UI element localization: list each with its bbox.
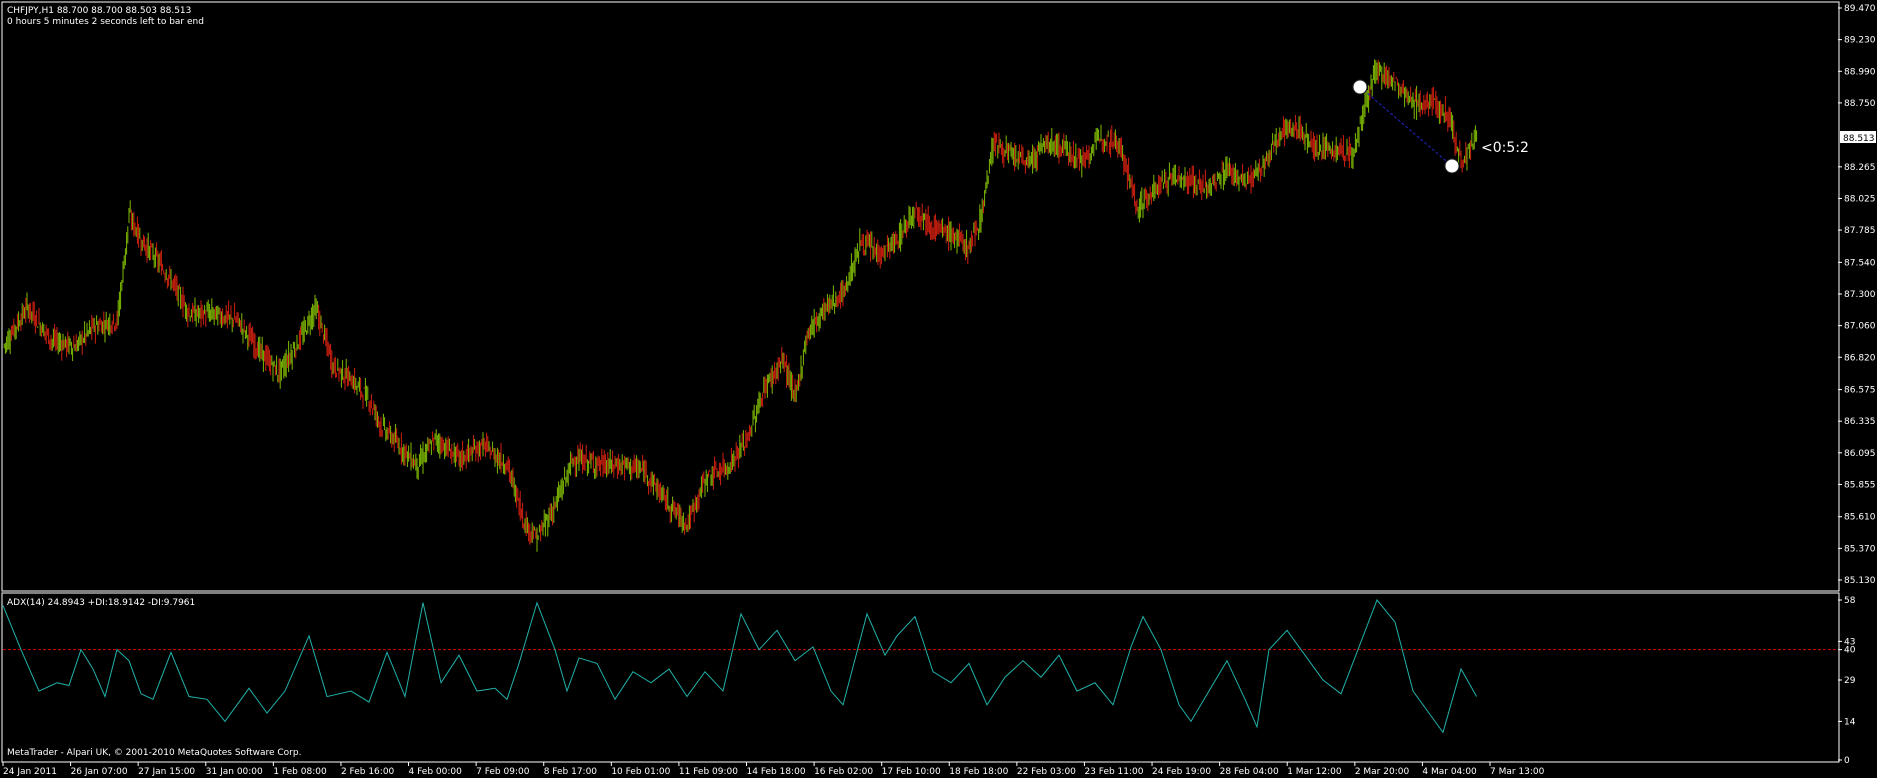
indicator-tick-label: 14 (1844, 717, 1856, 727)
price-tick-label: 88.265 (1844, 163, 1876, 173)
chart-window[interactable]: <0:5:2 CHFJPY,H1 88.700 88.700 88.503 88… (0, 0, 1877, 778)
time-tick-label: 2 Mar 20:00 (1355, 767, 1410, 777)
time-tick-label: 27 Jan 15:00 (138, 767, 195, 777)
time-tick-label: 17 Feb 10:00 (882, 767, 941, 777)
time-tick-label: 22 Feb 03:00 (1017, 767, 1076, 777)
time-tick-label: 11 Feb 09:00 (679, 767, 738, 777)
pattern-point-b-icon[interactable] (1444, 158, 1460, 174)
price-tick-label: 86.575 (1844, 386, 1876, 396)
current-price-label: 88.513 (1843, 134, 1875, 144)
price-tick-label: 86.820 (1844, 353, 1876, 363)
time-tick-label: 16 Feb 02:00 (814, 767, 873, 777)
time-tick-label: 4 Mar 04:00 (1422, 767, 1477, 777)
symbol-info: CHFJPY,H1 88.700 88.700 88.503 88.513 (7, 6, 191, 16)
time-tick-label: 18 Feb 18:00 (949, 767, 1008, 777)
time-tick-label: 1 Mar 12:00 (1287, 767, 1342, 777)
price-tick-label: 85.370 (1844, 544, 1876, 554)
time-tick-label: 7 Feb 09:00 (476, 767, 530, 777)
bar-timer: 0 hours 5 minutes 2 seconds left to bar … (7, 17, 204, 27)
price-tick-label: 89.470 (1844, 4, 1876, 14)
time-tick-label: 1 Feb 08:00 (273, 767, 327, 777)
time-tick-label: 14 Feb 18:00 (747, 767, 806, 777)
price-tick-label: 87.785 (1844, 226, 1876, 236)
indicator-tick-label: 29 (1844, 676, 1856, 686)
price-tick-label: 85.130 (1844, 576, 1876, 586)
time-tick-label: 23 Feb 11:00 (1084, 767, 1143, 777)
price-tick-label: 87.540 (1844, 258, 1876, 268)
chart-background (0, 0, 1877, 778)
time-tick-label: 2 Feb 16:00 (341, 767, 395, 777)
price-tick-label: 88.750 (1844, 99, 1876, 109)
price-tick-label: 86.095 (1844, 449, 1876, 459)
price-tick-label: 85.855 (1844, 480, 1876, 490)
time-tick-label: 24 Feb 19:00 (1152, 767, 1211, 777)
time-tick-label: 4 Feb 00:00 (409, 767, 463, 777)
time-tick-label: 31 Jan 00:00 (206, 767, 263, 777)
price-tick-label: 88.990 (1844, 67, 1876, 77)
pattern-point-a-icon[interactable] (1352, 79, 1368, 95)
price-tick-label: 85.610 (1844, 513, 1876, 523)
time-tick-label: 24 Jan 2011 (3, 767, 57, 777)
price-tick-label: 88.025 (1844, 194, 1876, 204)
pattern-ratio-label: <0:5:2 (1481, 140, 1529, 156)
price-tick-label: 87.300 (1844, 290, 1876, 300)
time-tick-label: 28 Feb 04:00 (1220, 767, 1279, 777)
indicator-tick-label: 58 (1844, 596, 1856, 606)
copyright-footer: MetaTrader - Alpari UK, © 2001-2010 Meta… (7, 748, 301, 758)
indicator-tick-label: 40 (1844, 646, 1856, 656)
time-tick-label: 8 Feb 17:00 (544, 767, 598, 777)
indicator-tick-label: 0 (1844, 756, 1850, 766)
price-tick-label: 86.335 (1844, 417, 1876, 427)
price-tick-label: 87.060 (1844, 322, 1876, 332)
indicator-title: ADX(14) 24.8943 +DI:18.9142 -DI:9.7961 (7, 598, 195, 608)
time-tick-label: 26 Jan 07:00 (71, 767, 128, 777)
current-price-marker: 88.513 (1840, 131, 1876, 144)
time-tick-label: 10 Feb 01:00 (611, 767, 670, 777)
time-tick-label: 7 Mar 13:00 (1490, 767, 1545, 777)
price-tick-label: 89.230 (1844, 36, 1876, 46)
